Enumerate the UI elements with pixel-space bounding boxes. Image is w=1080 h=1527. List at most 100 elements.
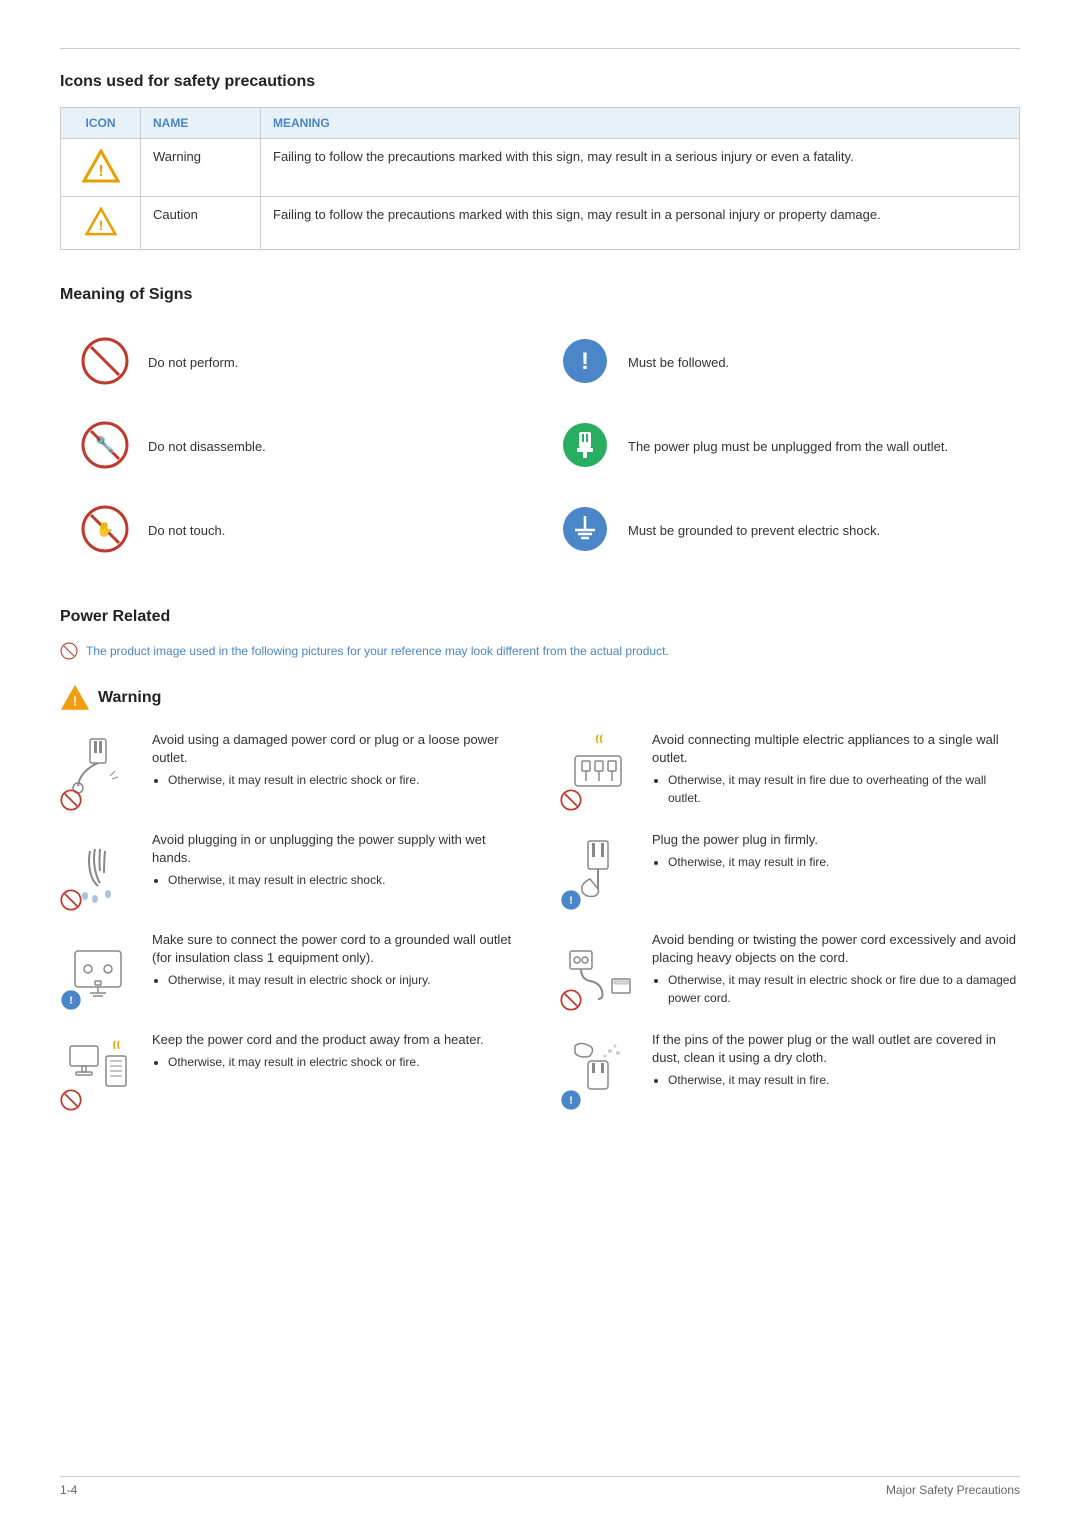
svg-text:!: ! xyxy=(569,1095,573,1107)
footer-page-number: 1-4 xyxy=(60,1483,77,1497)
sign-item-no-disassemble: 🔧 Do not disassemble. xyxy=(60,404,540,488)
warning-item-damaged-cord: Avoid using a damaged power cord or plug… xyxy=(60,731,520,811)
no-perform-icon xyxy=(80,336,132,388)
meaning-of-signs-heading: Meaning of Signs xyxy=(60,286,1020,304)
damaged-cord-content: Avoid using a damaged power cord or plug… xyxy=(152,731,520,791)
table-cell-warning-name: Warning xyxy=(141,139,261,197)
bending-bullets: Otherwise, it may result in electric sho… xyxy=(668,971,1020,1007)
must-follow-icon: ! xyxy=(560,336,612,388)
section-title xyxy=(60,40,1020,49)
ground-icon xyxy=(560,504,612,556)
grounded-image: ! xyxy=(60,931,140,1011)
warning-item-heater: Keep the power cord and the product away… xyxy=(60,1031,520,1111)
power-related-section: Power Related The product image used in … xyxy=(60,608,1020,1131)
sign-text-no-disassemble: Do not disassemble. xyxy=(148,439,266,454)
sign-text-ground: Must be grounded to prevent electric sho… xyxy=(628,523,880,538)
warning-triangle-icon: ! xyxy=(82,149,120,183)
plug-firmly-bullets: Otherwise, it may result in fire. xyxy=(668,853,1020,871)
plug-firmly-title: Plug the power plug in firmly. xyxy=(652,831,1020,849)
bending-title: Avoid bending or twisting the power cord… xyxy=(652,931,1020,967)
damaged-cord-image xyxy=(60,731,140,811)
must-badge-plug-svg: ! xyxy=(560,889,582,911)
warning-item-bending: Avoid bending or twisting the power cord… xyxy=(560,931,1020,1011)
info-note-text: The product image used in the following … xyxy=(86,644,669,658)
heater-bullets: Otherwise, it may result in electric sho… xyxy=(168,1053,520,1071)
damaged-cord-bullets: Otherwise, it may result in electric sho… xyxy=(168,771,520,789)
table-cell-warning-meaning: Failing to follow the precautions marked… xyxy=(261,139,1020,197)
damaged-cord-bullet-1: Otherwise, it may result in electric sho… xyxy=(168,771,520,789)
warning-header-icon: ! xyxy=(60,684,90,711)
sign-item-unplug: The power plug must be unplugged from th… xyxy=(540,404,1020,488)
wet-hands-title: Avoid plugging in or unplugging the powe… xyxy=(152,831,520,867)
multiple-bullets: Otherwise, it may result in fire due to … xyxy=(668,771,1020,807)
table-cell-caution-icon: ! xyxy=(61,197,141,250)
svg-text:!: ! xyxy=(569,895,573,907)
svg-text:!: ! xyxy=(581,348,589,375)
icons-table: ICON NAME MEANING ! Warning Failing to f… xyxy=(60,107,1020,250)
warning-label: Warning xyxy=(98,689,161,707)
sign-item-no-perform: Do not perform. xyxy=(60,320,540,404)
table-header-icon: ICON xyxy=(61,108,141,139)
dust-image: ! xyxy=(560,1031,640,1111)
svg-text:!: ! xyxy=(98,163,103,180)
svg-text:!: ! xyxy=(69,995,73,1007)
plug-firmly-content: Plug the power plug in firmly. Otherwise… xyxy=(652,831,1020,873)
warning-item-dust: ! If the pins of the power plug or the w… xyxy=(560,1031,1020,1111)
sign-item-ground: Must be grounded to prevent electric sho… xyxy=(540,488,1020,572)
plug-firmly-image: ! xyxy=(560,831,640,911)
must-badge-grounded-svg: ! xyxy=(60,989,82,1011)
no-touch-icon: ✋ xyxy=(80,504,132,556)
heater-content: Keep the power cord and the product away… xyxy=(152,1031,520,1073)
wet-hands-content: Avoid plugging in or unplugging the powe… xyxy=(152,831,520,891)
table-row: ! Warning Failing to follow the precauti… xyxy=(61,139,1020,197)
dust-content: If the pins of the power plug or the wal… xyxy=(652,1031,1020,1091)
warning-col-left: Avoid using a damaged power cord or plug… xyxy=(60,731,520,1131)
no-badge-multiple-svg xyxy=(560,789,582,811)
no-badge-bending-svg xyxy=(560,989,582,1011)
sign-text-unplug: The power plug must be unplugged from th… xyxy=(628,439,948,454)
must-badge-dust-svg: ! xyxy=(560,1089,582,1111)
warning-items-grid: Avoid using a damaged power cord or plug… xyxy=(60,731,1020,1131)
grounded-title: Make sure to connect the power cord to a… xyxy=(152,931,520,967)
power-related-heading: Power Related xyxy=(60,608,1020,626)
sign-text-no-perform: Do not perform. xyxy=(148,355,238,370)
warning-header: ! Warning xyxy=(60,684,1020,711)
wet-hands-bullets: Otherwise, it may result in electric sho… xyxy=(168,871,520,889)
svg-text:✋: ✋ xyxy=(96,521,113,537)
dust-bullet-1: Otherwise, it may result in fire. xyxy=(668,1071,1020,1089)
warning-item-plug-firmly: ! Plug the power plug in firmly. Otherwi… xyxy=(560,831,1020,911)
multiple-bullet-1: Otherwise, it may result in fire due to … xyxy=(668,771,1020,807)
warning-item-wet-hands: Avoid plugging in or unplugging the powe… xyxy=(60,831,520,911)
footer-section-name: Major Safety Precautions xyxy=(886,1483,1020,1497)
wet-hands-bullet-1: Otherwise, it may result in electric sho… xyxy=(168,871,520,889)
sign-text-no-touch: Do not touch. xyxy=(148,523,225,538)
info-note: The product image used in the following … xyxy=(60,642,1020,660)
warning-col-right: Avoid connecting multiple electric appli… xyxy=(560,731,1020,1131)
svg-text:🔧: 🔧 xyxy=(95,435,115,454)
sign-item-no-touch: ✋ Do not touch. xyxy=(60,488,540,572)
caution-triangle-icon: ! xyxy=(85,207,117,236)
warning-item-grounded: ! Make sure to connect the power cord to… xyxy=(60,931,520,1011)
table-header-name: NAME xyxy=(141,108,261,139)
page-footer: 1-4 Major Safety Precautions xyxy=(60,1476,1020,1497)
unplug-icon xyxy=(560,420,612,472)
bending-content: Avoid bending or twisting the power cord… xyxy=(652,931,1020,1009)
no-badge-wet-svg xyxy=(60,889,82,911)
icons-table-heading: Icons used for safety precautions xyxy=(60,73,1020,91)
damaged-cord-title: Avoid using a damaged power cord or plug… xyxy=(152,731,520,767)
table-cell-warning-icon: ! xyxy=(61,139,141,197)
warning-item-multiple: Avoid connecting multiple electric appli… xyxy=(560,731,1020,811)
sign-item-must-follow: ! Must be followed. xyxy=(540,320,1020,404)
wet-hands-image xyxy=(60,831,140,911)
no-badge-svg xyxy=(60,789,82,811)
sign-text-must-follow: Must be followed. xyxy=(628,355,729,370)
dust-bullets: Otherwise, it may result in fire. xyxy=(668,1071,1020,1089)
svg-text:!: ! xyxy=(98,218,103,233)
multiple-content: Avoid connecting multiple electric appli… xyxy=(652,731,1020,809)
no-disassemble-icon: 🔧 xyxy=(80,420,132,472)
bending-bullet-1: Otherwise, it may result in electric sho… xyxy=(668,971,1020,1007)
table-header-meaning: MEANING xyxy=(261,108,1020,139)
signs-grid: Do not perform. ! Must be followed. 🔧 Do… xyxy=(60,320,1020,572)
heater-bullet-1: Otherwise, it may result in electric sho… xyxy=(168,1053,520,1071)
plug-firmly-bullet-1: Otherwise, it may result in fire. xyxy=(668,853,1020,871)
